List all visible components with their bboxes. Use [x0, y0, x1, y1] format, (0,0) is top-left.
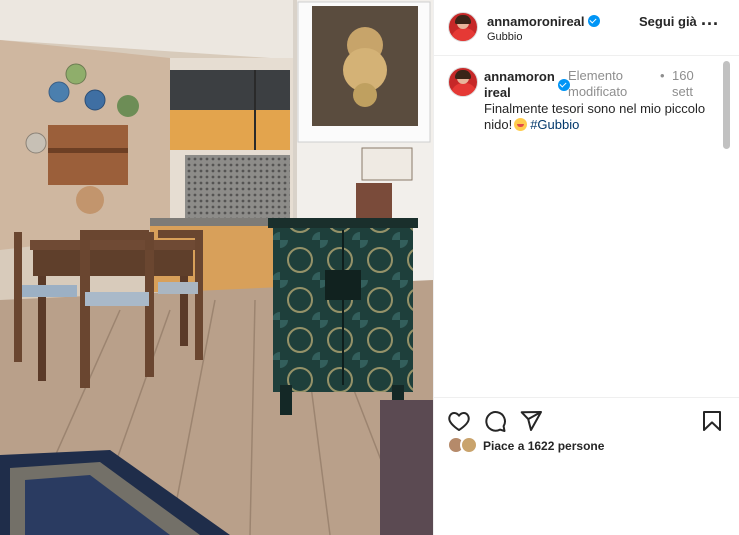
author-avatar[interactable]: [448, 12, 478, 42]
post-image: [0, 0, 433, 535]
more-options-icon[interactable]: ...: [701, 10, 719, 28]
post-header: annamoronireal Gubbio Segui già ...: [434, 0, 739, 56]
likes-count[interactable]: Piace a 1622 persone: [483, 439, 604, 453]
send-icon[interactable]: [519, 409, 543, 433]
following-button[interactable]: Segui già: [639, 14, 697, 29]
author-username[interactable]: annamoronireal: [487, 14, 585, 29]
verified-badge-icon: [587, 15, 600, 27]
likes-summary[interactable]: Piace a 1622 persone: [434, 433, 739, 459]
caption-text-block: Finalmente tesori sono nel mio piccolo n…: [484, 101, 724, 133]
caption-author-avatar[interactable]: [448, 67, 478, 97]
post-photo[interactable]: [0, 0, 433, 535]
caption-username-line1: annamoron: [484, 69, 555, 84]
hashtag-link[interactable]: #Gubbio: [530, 117, 579, 132]
caption-comment: annamoron ireal Elemento modificato • 16…: [434, 57, 739, 397]
author-name-row: annamoronireal: [487, 14, 600, 29]
heart-icon[interactable]: [447, 409, 471, 433]
bookmark-icon[interactable]: [700, 409, 724, 433]
separator-dot: •: [660, 68, 665, 83]
caption-username[interactable]: annamoron ireal: [484, 69, 556, 101]
post-side-panel: annamoronireal Gubbio Segui già ... anna…: [433, 0, 739, 535]
comment-icon[interactable]: [483, 409, 507, 433]
edited-label: Elemento modificato: [568, 68, 628, 99]
post-location[interactable]: Gubbio: [487, 31, 522, 43]
caption-username-line2: ireal: [484, 85, 511, 100]
smiling-face-with-hearts-icon: [514, 118, 528, 131]
comments-scrollbar[interactable]: [723, 61, 730, 149]
post-time[interactable]: 160 sett: [672, 68, 702, 100]
liker-avatar: [460, 436, 478, 454]
